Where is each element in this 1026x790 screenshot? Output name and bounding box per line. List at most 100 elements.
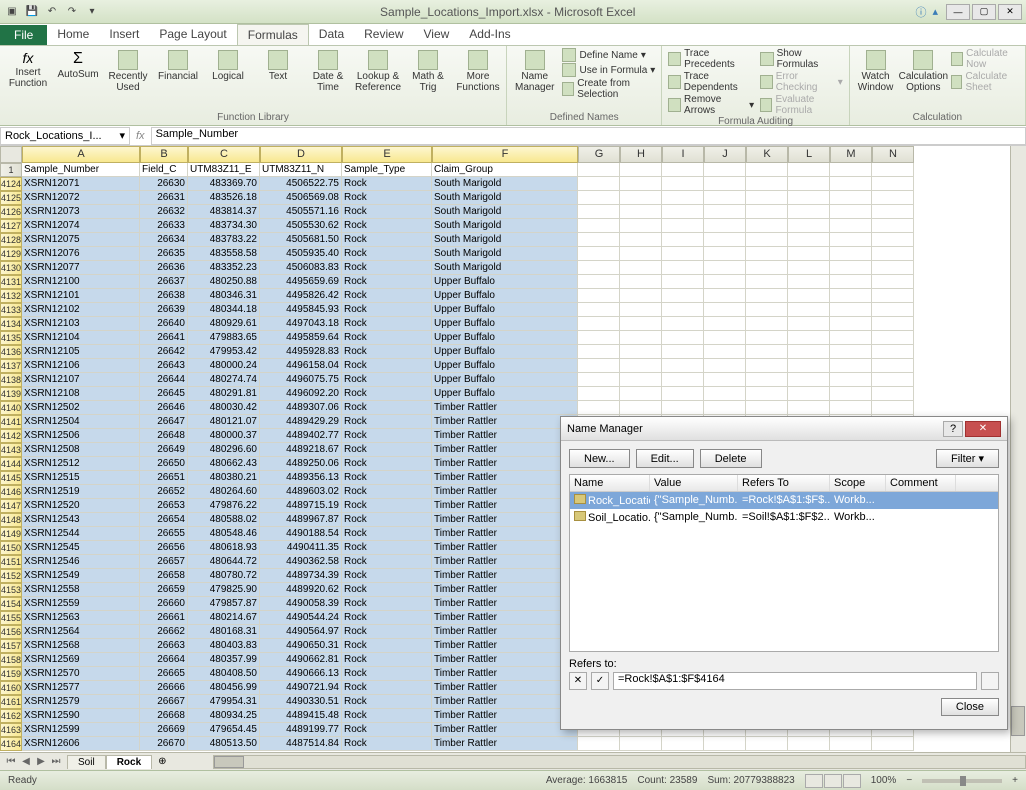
column-header-A[interactable]: A xyxy=(22,146,140,163)
data-cell[interactable]: Rock xyxy=(342,275,432,289)
data-cell[interactable]: South Marigold xyxy=(432,219,578,233)
data-cell[interactable]: Rock xyxy=(342,625,432,639)
data-cell[interactable]: 26666 xyxy=(140,681,188,695)
data-cell[interactable]: 483558.58 xyxy=(188,247,260,261)
data-cell[interactable]: XSRN12072 xyxy=(22,191,140,205)
data-cell[interactable]: 26663 xyxy=(140,639,188,653)
data-cell[interactable]: Rock xyxy=(342,597,432,611)
data-cell[interactable]: 26643 xyxy=(140,359,188,373)
data-cell[interactable]: 480513.50 xyxy=(188,737,260,751)
row-header[interactable]: 4161 xyxy=(0,695,22,709)
data-cell[interactable]: Rock xyxy=(342,583,432,597)
data-cell[interactable]: 4489218.67 xyxy=(260,443,342,457)
data-cell[interactable]: 4495845.93 xyxy=(260,303,342,317)
data-cell[interactable]: 26639 xyxy=(140,303,188,317)
column-header-M[interactable]: M xyxy=(830,146,872,163)
data-cell[interactable]: South Marigold xyxy=(432,191,578,205)
row-header[interactable]: 4145 xyxy=(0,471,22,485)
data-cell[interactable]: 26636 xyxy=(140,261,188,275)
data-cell[interactable]: Rock xyxy=(342,485,432,499)
data-cell[interactable]: Rock xyxy=(342,611,432,625)
data-cell[interactable]: Rock xyxy=(342,233,432,247)
tab-page-layout[interactable]: Page Layout xyxy=(149,24,236,45)
data-cell[interactable]: 479876.22 xyxy=(188,499,260,513)
data-cell[interactable]: 4505530.62 xyxy=(260,219,342,233)
col-scope[interactable]: Scope xyxy=(830,475,886,491)
data-cell[interactable]: XSRN12515 xyxy=(22,471,140,485)
page-break-view-button[interactable] xyxy=(843,774,861,788)
column-header-K[interactable]: K xyxy=(746,146,788,163)
data-cell[interactable]: Timber Rattler xyxy=(432,443,578,457)
data-cell[interactable]: 26658 xyxy=(140,569,188,583)
data-cell[interactable]: 4490362.58 xyxy=(260,555,342,569)
data-cell[interactable]: 480296.60 xyxy=(188,443,260,457)
data-cell[interactable]: 4490721.94 xyxy=(260,681,342,695)
fx-icon[interactable]: fx xyxy=(130,130,151,142)
data-cell[interactable]: XSRN12520 xyxy=(22,499,140,513)
name-list-row[interactable]: Rock_Locatio...{"Sample_Numb...=Rock!$A$… xyxy=(570,492,998,509)
data-cell[interactable]: Timber Rattler xyxy=(432,723,578,737)
data-cell[interactable]: 480000.37 xyxy=(188,429,260,443)
data-cell[interactable]: South Marigold xyxy=(432,247,578,261)
data-cell[interactable]: 483734.30 xyxy=(188,219,260,233)
data-cell[interactable]: Rock xyxy=(342,639,432,653)
data-cell[interactable]: XSRN12590 xyxy=(22,709,140,723)
data-cell[interactable]: Rock xyxy=(342,541,432,555)
data-cell[interactable]: 4489356.13 xyxy=(260,471,342,485)
data-cell[interactable]: XSRN12074 xyxy=(22,219,140,233)
data-cell[interactable]: Timber Rattler xyxy=(432,611,578,625)
data-cell[interactable]: Timber Rattler xyxy=(432,709,578,723)
data-cell[interactable]: Upper Buffalo xyxy=(432,289,578,303)
data-cell[interactable]: 26647 xyxy=(140,415,188,429)
data-cell[interactable]: XSRN12606 xyxy=(22,737,140,751)
name-manager-button[interactable]: Name Manager xyxy=(513,48,556,95)
data-cell[interactable]: 479825.90 xyxy=(188,583,260,597)
help-icon[interactable]: ⓘ xyxy=(915,4,926,20)
data-cell[interactable]: Rock xyxy=(342,401,432,415)
undo-icon[interactable]: ↶ xyxy=(44,4,60,20)
row-header[interactable]: 4146 xyxy=(0,485,22,499)
column-header-B[interactable]: B xyxy=(140,146,188,163)
math-trig-button[interactable]: Math & Trig xyxy=(406,48,450,95)
data-cell[interactable]: Rock xyxy=(342,457,432,471)
data-cell[interactable]: 480030.42 xyxy=(188,401,260,415)
data-cell[interactable]: 479883.65 xyxy=(188,331,260,345)
data-cell[interactable]: 26635 xyxy=(140,247,188,261)
data-cell[interactable]: 26650 xyxy=(140,457,188,471)
data-cell[interactable]: 483814.37 xyxy=(188,205,260,219)
row-header[interactable]: 4134 xyxy=(0,317,22,331)
data-cell[interactable]: Timber Rattler xyxy=(432,513,578,527)
row-header[interactable]: 4157 xyxy=(0,639,22,653)
data-cell[interactable]: 480344.18 xyxy=(188,303,260,317)
header-cell[interactable]: UTM83Z11_N xyxy=(260,163,342,177)
column-header-F[interactable]: F xyxy=(432,146,578,163)
data-cell[interactable]: 480000.24 xyxy=(188,359,260,373)
data-cell[interactable]: 479953.42 xyxy=(188,345,260,359)
data-cell[interactable]: 4490544.24 xyxy=(260,611,342,625)
column-header-L[interactable]: L xyxy=(788,146,830,163)
data-cell[interactable]: XSRN12100 xyxy=(22,275,140,289)
data-cell[interactable]: 4497043.18 xyxy=(260,317,342,331)
data-cell[interactable]: XSRN12105 xyxy=(22,345,140,359)
data-cell[interactable]: Rock xyxy=(342,387,432,401)
more-functions-button[interactable]: More Functions xyxy=(456,48,500,95)
header-cell[interactable]: UTM83Z11_E xyxy=(188,163,260,177)
data-cell[interactable]: 26645 xyxy=(140,387,188,401)
data-cell[interactable]: 26660 xyxy=(140,597,188,611)
data-cell[interactable]: 479857.87 xyxy=(188,597,260,611)
data-cell[interactable]: XSRN12546 xyxy=(22,555,140,569)
data-cell[interactable]: XSRN12101 xyxy=(22,289,140,303)
data-cell[interactable]: 479654.45 xyxy=(188,723,260,737)
data-cell[interactable]: 480456.99 xyxy=(188,681,260,695)
dialog-help-button[interactable]: ? xyxy=(943,421,963,437)
remove-arrows-button[interactable]: Remove Arrows ▾ xyxy=(668,94,754,116)
data-cell[interactable]: 479954.31 xyxy=(188,695,260,709)
data-cell[interactable]: XSRN12579 xyxy=(22,695,140,709)
financial-button[interactable]: Financial xyxy=(156,48,200,84)
name-box[interactable]: Rock_Locations_I...▾ xyxy=(0,127,130,145)
tab-insert[interactable]: Insert xyxy=(99,24,149,45)
data-cell[interactable]: 26634 xyxy=(140,233,188,247)
data-cell[interactable]: 26648 xyxy=(140,429,188,443)
data-cell[interactable]: XSRN12107 xyxy=(22,373,140,387)
data-cell[interactable]: XSRN12599 xyxy=(22,723,140,737)
